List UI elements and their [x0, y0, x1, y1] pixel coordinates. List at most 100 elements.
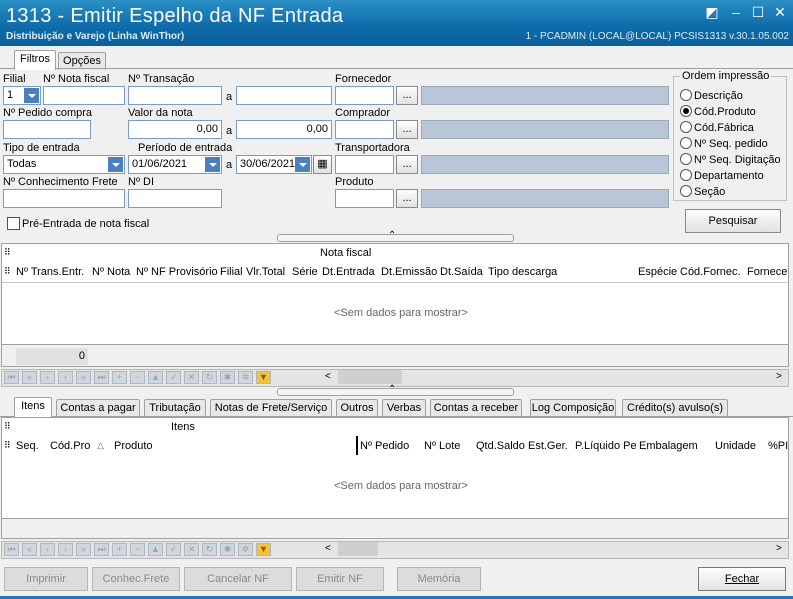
grid1-scroll-thumb[interactable] — [338, 370, 402, 384]
emitir-nf-button[interactable]: Emitir NF — [296, 567, 384, 591]
asterisk-icon[interactable]: ✲ — [238, 371, 253, 384]
conhec-frete-button[interactable]: Conhec.Frete — [92, 567, 180, 591]
chevron-down-icon[interactable] — [295, 157, 310, 172]
calendar-icon[interactable]: ▦ — [313, 155, 332, 174]
next-icon[interactable]: › — [58, 371, 73, 384]
confirm-icon[interactable]: ✓ — [166, 371, 181, 384]
cancel-icon[interactable]: ✕ — [184, 371, 199, 384]
ordem-option[interactable]: Nº Seq. Digitação — [680, 153, 781, 166]
grid2-scroll-thumb[interactable] — [338, 542, 378, 556]
asterisk-icon[interactable]: ✱ — [220, 543, 235, 556]
confirm-icon[interactable]: ✓ — [166, 543, 181, 556]
tab-contas-receber[interactable]: Contas a receber — [430, 399, 522, 417]
grid-menu-icon[interactable]: ⠿ — [4, 421, 11, 432]
next-page-icon[interactable]: » — [76, 543, 91, 556]
tipo-entrada-select[interactable]: Todas — [3, 155, 125, 174]
column-header[interactable]: Espécie — [638, 266, 677, 278]
tab-tributacao[interactable]: Tributação — [144, 399, 206, 417]
last-icon[interactable]: ⏭ — [94, 543, 109, 556]
produto-lookup-button[interactable]: ... — [396, 189, 418, 208]
nota-fiscal-input[interactable] — [43, 86, 125, 105]
radio-icon[interactable] — [680, 89, 692, 101]
edit-icon[interactable]: ▲ — [148, 371, 163, 384]
comprador-lookup-button[interactable]: ... — [396, 120, 418, 139]
minimize-icon[interactable]: – — [727, 4, 745, 20]
edit-icon[interactable]: ◩ — [703, 4, 721, 20]
column-header[interactable]: Embalagem — [639, 440, 698, 452]
first-icon[interactable]: ⏮ — [4, 543, 19, 556]
maximize-icon[interactable]: ☐ — [749, 4, 767, 20]
tab-contas-pagar[interactable]: Contas a pagar — [56, 399, 140, 417]
periodo-to-input[interactable]: 30/06/2021 — [236, 155, 312, 174]
next-page-icon[interactable]: » — [76, 371, 91, 384]
tab-log-composicao[interactable]: Log Composição — [530, 399, 616, 417]
column-header[interactable]: Dt.Emissão — [381, 266, 437, 278]
radio-icon[interactable] — [680, 121, 692, 133]
cancel-icon[interactable]: ✕ — [184, 543, 199, 556]
first-icon[interactable]: ⏮ — [4, 371, 19, 384]
add-icon[interactable]: + — [112, 543, 127, 556]
tab-outros[interactable]: Outros — [336, 399, 378, 417]
column-header[interactable]: Dt.Saída — [440, 266, 483, 278]
valor-from-input[interactable]: 0,00 — [128, 120, 222, 139]
asterisk-icon[interactable]: ✱ — [220, 371, 235, 384]
memoria-button[interactable]: Memória — [397, 567, 481, 591]
transportadora-lookup-button[interactable]: ... — [396, 155, 418, 174]
tab-credito-avulso[interactable]: Crédito(s) avulso(s) — [622, 399, 728, 417]
column-header[interactable]: Cód.Pro — [50, 440, 90, 452]
ordem-option[interactable]: Cód.Produto — [680, 105, 756, 118]
radio-icon[interactable] — [680, 169, 692, 181]
column-header[interactable]: Dt.Entrada — [322, 266, 375, 278]
remove-icon[interactable]: − — [130, 371, 145, 384]
fornecedor-lookup-button[interactable]: ... — [396, 86, 418, 105]
prev-page-icon[interactable]: « — [22, 543, 37, 556]
transacao-from-input[interactable] — [128, 86, 222, 105]
column-header[interactable]: Fornece — [747, 266, 787, 278]
tab-notas-frete[interactable]: Notas de Frete/Serviço — [210, 399, 332, 417]
pesquisar-button[interactable]: Pesquisar — [685, 209, 781, 233]
scroll-right-icon[interactable]: > — [776, 370, 786, 384]
column-header[interactable]: Vlr.Total — [246, 266, 285, 278]
add-icon[interactable]: + — [112, 371, 127, 384]
scroll-left-icon[interactable]: < — [325, 370, 335, 384]
produto-input[interactable] — [335, 189, 394, 208]
comprador-input[interactable] — [335, 120, 394, 139]
tab-filtros[interactable]: Filtros — [14, 50, 56, 70]
column-header[interactable]: Filial — [220, 266, 243, 278]
refresh-icon[interactable]: ↻ — [202, 371, 217, 384]
radio-icon[interactable] — [680, 105, 692, 117]
column-header[interactable]: Produto — [114, 440, 153, 452]
column-header[interactable]: %PI — [768, 440, 788, 452]
ordem-option[interactable]: Descrição — [680, 89, 743, 102]
ordem-option[interactable]: Departamento — [680, 169, 764, 182]
chevron-down-icon[interactable] — [108, 157, 123, 172]
chevron-down-icon[interactable] — [205, 157, 220, 172]
di-input[interactable] — [128, 189, 222, 208]
chevron-down-icon[interactable] — [24, 88, 39, 103]
column-header[interactable]: Série — [292, 266, 318, 278]
pre-entrada-checkbox[interactable] — [7, 217, 20, 230]
column-header[interactable]: P.Líquido Pe — [575, 440, 637, 452]
periodo-from-input[interactable]: 01/06/2021 — [128, 155, 222, 174]
pedido-compra-input[interactable] — [3, 120, 91, 139]
column-header[interactable]: Nº Pedido — [360, 440, 409, 452]
fechar-button[interactable]: Fechar — [698, 567, 786, 591]
scroll-left-icon[interactable]: < — [325, 542, 335, 556]
edit-icon[interactable]: ▲ — [148, 543, 163, 556]
transacao-to-input[interactable] — [236, 86, 332, 105]
splitter-bottom[interactable]: ⌃ — [277, 384, 514, 396]
tab-itens[interactable]: Itens — [14, 397, 52, 417]
ordem-option[interactable]: Cód.Fábrica — [680, 121, 754, 134]
transportadora-input[interactable] — [335, 155, 394, 174]
radio-icon[interactable] — [680, 185, 692, 197]
cancelar-nf-button[interactable]: Cancelar NF — [184, 567, 292, 591]
grid-menu-icon[interactable]: ⠿ — [4, 266, 11, 277]
prev-icon[interactable]: ‹ — [40, 371, 55, 384]
fornecedor-input[interactable] — [335, 86, 394, 105]
next-icon[interactable]: › — [58, 543, 73, 556]
conhecimento-input[interactable] — [3, 189, 125, 208]
column-header[interactable]: Nº NF Provisório — [136, 266, 218, 278]
radio-icon[interactable] — [680, 153, 692, 165]
column-header[interactable]: Nº Trans.Entr. — [16, 266, 84, 278]
last-icon[interactable]: ⏭ — [94, 371, 109, 384]
